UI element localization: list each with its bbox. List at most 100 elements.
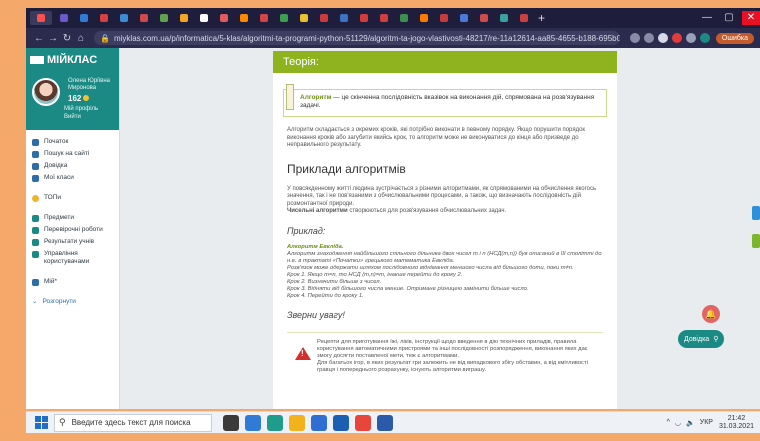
- back-icon[interactable]: ←: [32, 33, 46, 44]
- sidebar-item-users[interactable]: Управління користувачами: [26, 248, 119, 268]
- new-tab-button[interactable]: +: [538, 11, 545, 25]
- sidebar-item-label: Довідка: [44, 162, 68, 169]
- browser-tab[interactable]: [396, 11, 412, 25]
- example-line: Крок 4. Перейти до кроку 1.: [287, 292, 364, 299]
- tab-favicon-icon: [100, 14, 108, 22]
- tray-chevron-icon[interactable]: ^: [667, 419, 670, 426]
- browser-tab[interactable]: [96, 11, 112, 25]
- side-widget-blue[interactable]: [752, 206, 760, 220]
- forward-icon[interactable]: →: [46, 33, 60, 44]
- coin-icon: [83, 95, 90, 101]
- browser-tab[interactable]: [276, 11, 292, 25]
- tab-favicon-icon: [140, 14, 148, 22]
- browser-tab[interactable]: [436, 11, 452, 25]
- sidebar-item-home[interactable]: Початок: [26, 136, 119, 148]
- browser-tab[interactable]: [56, 11, 72, 25]
- taskbar-search[interactable]: ⚲ Введите здесь текст для поиска: [54, 413, 212, 432]
- profile-avatar-icon[interactable]: [699, 33, 710, 43]
- browser-tab[interactable]: [136, 11, 152, 25]
- browser-tab[interactable]: [496, 11, 512, 25]
- browser-tab[interactable]: [336, 11, 352, 25]
- sidebar-item-tops[interactable]: ТОПи: [26, 192, 119, 204]
- taskbar-search-placeholder: Введите здесь текст для поиска: [71, 418, 191, 427]
- taskbar-app-icon[interactable]: [377, 414, 393, 431]
- taskbar-app-icon[interactable]: [245, 414, 261, 431]
- sidebar-item-help[interactable]: Довідка: [26, 160, 119, 172]
- tab-favicon-icon: [200, 14, 208, 22]
- browser-tab[interactable]: [516, 11, 532, 25]
- definition-text: — це скінченна послідовність вказівок на…: [300, 94, 595, 109]
- paragraph-text: створюються для розв'язування обчислювал…: [347, 208, 507, 214]
- browser-tab[interactable]: [296, 11, 312, 25]
- avatar[interactable]: [32, 78, 60, 106]
- points-counter: 162: [68, 94, 90, 103]
- browser-tab[interactable]: [416, 11, 432, 25]
- network-icon[interactable]: ◡: [675, 419, 681, 427]
- extension-icon[interactable]: [671, 33, 682, 43]
- tab-favicon-icon: [460, 14, 468, 22]
- windows-start-icon[interactable]: [32, 414, 50, 432]
- tab-favicon-icon: [400, 14, 408, 22]
- home-icon[interactable]: ⌂: [74, 33, 88, 44]
- tab-favicon-icon: [300, 14, 308, 22]
- browser-tab[interactable]: [216, 11, 232, 25]
- browser-tab[interactable]: [76, 11, 92, 25]
- sidebar-item-classes[interactable]: Мої класи: [26, 172, 119, 184]
- sidebar-expand[interactable]: ⌄ Розгорнути: [26, 296, 119, 308]
- tab-favicon-icon: [120, 14, 128, 22]
- browser-tab[interactable]: [376, 11, 392, 25]
- browser-tab[interactable]: [156, 11, 172, 25]
- search-icon[interactable]: [643, 33, 654, 43]
- taskbar-app-icon[interactable]: [311, 414, 327, 431]
- taskbar-app-icon[interactable]: [223, 414, 239, 431]
- reload-icon[interactable]: ↻: [60, 33, 74, 44]
- taskbar-app-icon[interactable]: [289, 414, 305, 431]
- side-widget-green[interactable]: [752, 234, 760, 248]
- sidebar-item-mii[interactable]: Мій*: [26, 276, 119, 288]
- logout-link[interactable]: Вийти: [64, 114, 81, 120]
- tab-favicon-icon: [320, 14, 328, 22]
- taskbar-app-icon[interactable]: [267, 414, 283, 431]
- puzzle-icon[interactable]: [685, 33, 696, 43]
- browser-tab[interactable]: [316, 11, 332, 25]
- taskbar-app-icon[interactable]: [333, 414, 349, 431]
- language-indicator[interactable]: УКР: [700, 419, 713, 426]
- maximize-button[interactable]: ▢: [720, 11, 738, 25]
- browser-tab[interactable]: [116, 11, 132, 25]
- browser-tab[interactable]: [256, 11, 272, 25]
- lesson-content: Теорія: Алгоритм — це скінченна послідов…: [273, 51, 617, 409]
- sidebar-item-tests[interactable]: Перевірочні роботи: [26, 224, 119, 236]
- search-icon: [32, 151, 39, 158]
- browser-tab[interactable]: [456, 11, 472, 25]
- sidebar-item-search[interactable]: Пошук на сайті: [26, 148, 119, 160]
- brand-logo[interactable]: МІЙКЛАС: [26, 48, 119, 72]
- clock[interactable]: 21:42 31.03.2021: [719, 415, 754, 431]
- browser-tab[interactable]: [196, 11, 212, 25]
- browser-tab[interactable]: [356, 11, 372, 25]
- logo-icon: [30, 56, 44, 64]
- address-bar[interactable]: 🔒 miyklas.com.ua/p/informatica/5-klas/al…: [94, 31, 620, 45]
- sidebar-item-results[interactable]: Результати учнів: [26, 236, 119, 248]
- browser-tab[interactable]: [236, 11, 252, 25]
- volume-icon[interactable]: 🔈: [686, 419, 695, 427]
- browser-tab[interactable]: [476, 11, 492, 25]
- tab-favicon-icon: [340, 14, 348, 22]
- note-text: Для багатьох ігор, в яких результат гри …: [317, 359, 588, 373]
- close-button[interactable]: ✕: [742, 11, 760, 25]
- help-button-label: Довідка: [684, 335, 710, 343]
- sidebar-item-subjects[interactable]: Предмети: [26, 212, 119, 224]
- notification-bell-icon[interactable]: 🔔: [702, 305, 720, 323]
- my-profile-link[interactable]: Мій профіль: [64, 106, 98, 112]
- tab-favicon-icon: [180, 14, 188, 22]
- translate-icon[interactable]: [629, 33, 640, 43]
- bookmark-star-icon[interactable]: [657, 33, 668, 43]
- browser-tab[interactable]: [176, 11, 192, 25]
- taskbar-app-icon[interactable]: [355, 414, 371, 431]
- help-button[interactable]: Довідка ⚲: [678, 330, 725, 348]
- browser-tab[interactable]: [30, 11, 52, 25]
- minimize-button[interactable]: —: [698, 11, 716, 25]
- example-line: Розв'язок може одержати шляхом послідовн…: [287, 264, 574, 271]
- error-badge[interactable]: Ошибка: [715, 32, 754, 44]
- windows-taskbar: ⚲ Введите здесь текст для поиска ^ ◡ 🔈 У…: [26, 411, 760, 433]
- sidebar-menu: Початок Пошук на сайті Довідка Мої класи…: [26, 130, 119, 308]
